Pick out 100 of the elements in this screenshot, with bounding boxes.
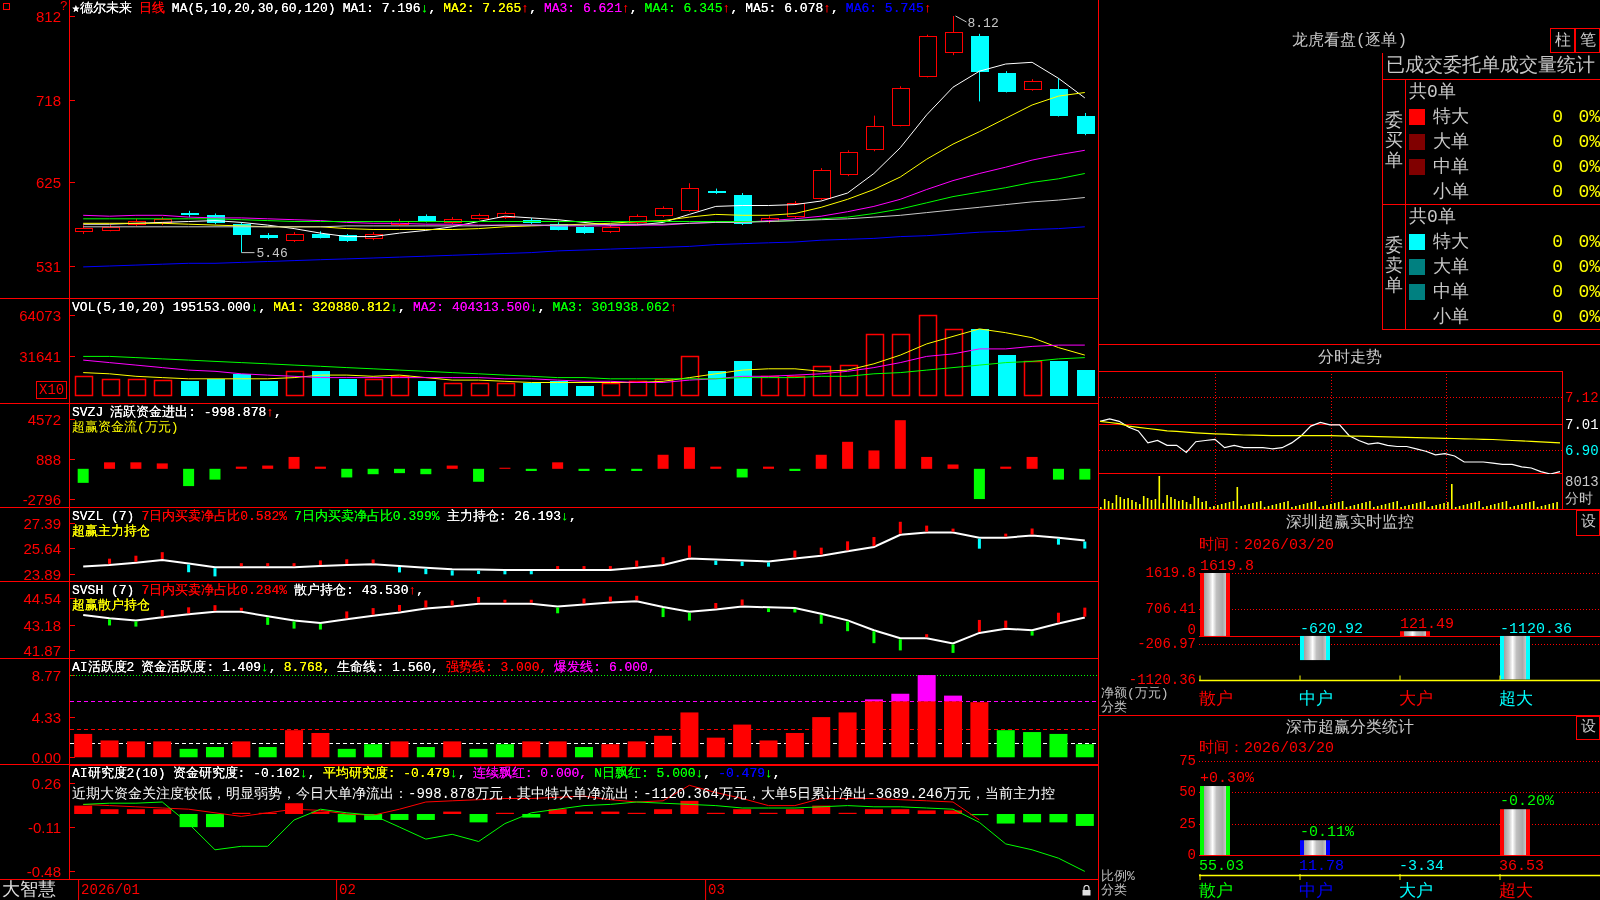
legend-label: 爆发线: 6.000, bbox=[554, 660, 656, 675]
trend-arrow: ↑, bbox=[266, 405, 282, 420]
fund-flow-bar bbox=[1052, 468, 1064, 480]
fund-flow-bar bbox=[104, 462, 116, 469]
panel-title: 深圳超赢实时监控 bbox=[1285, 513, 1414, 533]
order-percent: 0% bbox=[1578, 180, 1600, 203]
fund-flow-bar bbox=[1000, 466, 1012, 469]
trend-arrow: ↑ bbox=[923, 1, 932, 16]
trend-arrow: ↓, bbox=[561, 509, 577, 524]
candlestick bbox=[919, 34, 937, 78]
order-count: 0 bbox=[1551, 231, 1563, 254]
fund-flow-bar bbox=[262, 465, 274, 469]
trend-arrow: ↑, bbox=[722, 1, 739, 16]
brand-label: 大智慧 bbox=[1, 880, 57, 900]
legend-label: ★德尔未来 bbox=[72, 1, 132, 16]
axis-tick-label: 27.39 bbox=[23, 516, 61, 532]
axis-tick-label: -1120.36 bbox=[1128, 673, 1196, 687]
order-percent: 0% bbox=[1578, 280, 1600, 303]
candlestick bbox=[971, 33, 989, 102]
fund-flow-bar bbox=[130, 462, 142, 469]
lock-icon[interactable] bbox=[1082, 884, 1091, 896]
candlestick bbox=[418, 213, 436, 223]
panel-title: 分时走势 bbox=[1317, 348, 1382, 368]
candlestick bbox=[365, 231, 383, 241]
order-percent: 0% bbox=[1578, 305, 1600, 328]
indicator-subtitle: 超赢资金流(万元) bbox=[72, 420, 179, 435]
candlestick bbox=[497, 211, 515, 220]
fund-flow-bar bbox=[789, 468, 801, 471]
legend-label: AI研究度2(10) bbox=[72, 766, 166, 781]
legend-label: MA2: 404313.500 bbox=[412, 300, 530, 315]
axis-tick-label: 50 bbox=[1179, 785, 1196, 799]
legend-label: 连续飘红: 0.000, bbox=[472, 766, 588, 781]
chart-mode-button[interactable]: 柱 bbox=[1550, 28, 1575, 53]
trend-arrow: ↓, bbox=[420, 1, 437, 16]
indicator-subtitle: 超赢主力持仓 bbox=[72, 524, 150, 539]
price-callout: 8.12 bbox=[955, 15, 999, 31]
timestamp: 时间：2026/03/20 bbox=[1198, 740, 1335, 758]
settings-button[interactable]: 设 bbox=[1576, 716, 1600, 740]
axis-tick-label: 7.01 bbox=[1565, 417, 1599, 433]
legend-label: 资金活跃度: 1.409 bbox=[141, 660, 261, 675]
trend-arrow: ↓, bbox=[695, 766, 712, 781]
group-label: 委卖单 bbox=[1385, 237, 1403, 297]
legend-label: MA5: 6.078 bbox=[745, 1, 824, 16]
axis-tick-label: 4572 bbox=[27, 412, 61, 428]
trend-arrow: ↑, bbox=[521, 1, 537, 16]
order-count: 0 bbox=[1551, 180, 1563, 203]
order-percent: 0% bbox=[1578, 106, 1600, 129]
settings-button[interactable]: 设 bbox=[1576, 510, 1600, 536]
axis-tick-label: 0 bbox=[1187, 848, 1196, 862]
candlestick bbox=[102, 224, 120, 232]
order-count: 0 bbox=[1551, 131, 1563, 154]
candlestick bbox=[154, 216, 172, 226]
order-size-label: 特大 bbox=[1433, 106, 1470, 129]
axis-tick-label: -0.11 bbox=[27, 820, 61, 836]
candlestick bbox=[207, 213, 225, 225]
y-axis-title: 比例% bbox=[1100, 870, 1136, 884]
fund-flow-bar bbox=[657, 454, 669, 469]
order-count: 0 bbox=[1551, 256, 1563, 279]
axis-caption: 分时 bbox=[1564, 491, 1594, 508]
order-size-label: 小单 bbox=[1433, 180, 1470, 203]
candlestick bbox=[866, 115, 884, 152]
square-icon[interactable] bbox=[3, 3, 10, 10]
legend-label: -0.479 bbox=[718, 766, 765, 781]
fund-flow-bar bbox=[552, 462, 564, 469]
axis-tick-label: 0 bbox=[1187, 623, 1196, 637]
fund-flow-bar bbox=[604, 468, 616, 471]
order-percent: 0% bbox=[1578, 155, 1600, 178]
fund-flow-bar bbox=[1026, 456, 1038, 469]
legend-label: MA(5,10,20,30,60,120) bbox=[171, 1, 336, 16]
legend-label: 7日内买卖净占比0.284% bbox=[141, 583, 288, 598]
trend-arrow: ↑, bbox=[408, 583, 425, 598]
help-mark[interactable]: ? bbox=[60, 0, 68, 13]
axis-tick-label: 531 bbox=[35, 259, 61, 275]
legend-label: SVSH (7) bbox=[72, 583, 135, 598]
category-label: 中户 bbox=[1299, 882, 1333, 900]
fund-flow-bar bbox=[683, 447, 695, 469]
axis-tick-label: 625 bbox=[35, 175, 61, 191]
group-label: 委买单 bbox=[1385, 112, 1403, 172]
legend-label: AI活跃度2 bbox=[72, 660, 135, 675]
category-label: 中户 bbox=[1299, 689, 1333, 709]
legend-label: 资金研究度: -0.102 bbox=[172, 766, 301, 781]
trend-arrow: ↑, bbox=[823, 1, 839, 16]
trend-arrow: ↑, bbox=[621, 1, 638, 16]
axis-tick-label: -206.97 bbox=[1137, 637, 1196, 651]
axis-tick-label: 6.90 bbox=[1565, 443, 1599, 459]
axis-tick-label: 43.18 bbox=[23, 618, 61, 634]
category-label: 大户 bbox=[1399, 689, 1433, 709]
axis-tick-label: 7.12 bbox=[1565, 390, 1599, 406]
fund-flow-bar bbox=[894, 420, 906, 469]
axis-tick-label: -2796 bbox=[22, 492, 61, 508]
legend-label: MA2: 7.265 bbox=[443, 1, 522, 16]
candlestick bbox=[550, 221, 568, 231]
x-axis-title: 分类 bbox=[1100, 884, 1128, 898]
y-axis-title: 净额(万元) bbox=[1100, 687, 1170, 701]
chart-mode-button[interactable]: 笔 bbox=[1575, 28, 1600, 53]
date-axis-label: 03 bbox=[705, 880, 727, 900]
legend-label: 生命线: 1.560, bbox=[337, 660, 439, 675]
candlestick bbox=[286, 231, 304, 243]
price-callout: 5.46 bbox=[241, 245, 288, 261]
fund-flow-bar bbox=[77, 468, 89, 483]
